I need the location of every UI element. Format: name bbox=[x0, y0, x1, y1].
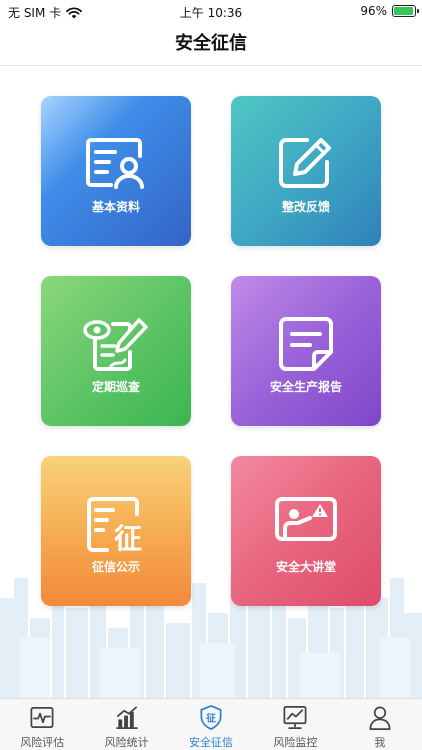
tile-label: 安全大讲堂 bbox=[275, 560, 336, 574]
battery-icon bbox=[392, 5, 419, 17]
status-time: 上午 10:36 bbox=[179, 6, 243, 20]
lecture-board-icon bbox=[275, 497, 337, 541]
tile-safety-lecture[interactable]: 安全大讲堂 bbox=[231, 456, 381, 606]
tile-rectification-feedback[interactable]: 整改反馈 bbox=[231, 96, 381, 246]
shield-credit-icon: 征 bbox=[200, 705, 222, 730]
tab-risk-assessment[interactable]: 风险评估 bbox=[0, 699, 84, 750]
tab-label: 风险监控 bbox=[273, 736, 318, 749]
person-icon bbox=[369, 706, 391, 730]
tile-regular-inspection[interactable]: 定期巡查 bbox=[41, 276, 191, 426]
tab-label: 风险评估 bbox=[20, 736, 65, 749]
svg-text:征: 征 bbox=[114, 522, 142, 554]
navigation-bar: 安全征信 bbox=[0, 24, 422, 66]
tab-me[interactable]: 我 bbox=[338, 699, 422, 750]
svg-text:征: 征 bbox=[206, 712, 216, 724]
pulse-monitor-icon bbox=[30, 706, 54, 729]
page-title: 安全征信 bbox=[175, 33, 247, 54]
tile-basic-info[interactable]: 基本资料 bbox=[41, 96, 191, 246]
tile-label: 定期巡查 bbox=[91, 380, 140, 394]
credit-notice-icon: 征 bbox=[87, 497, 142, 554]
trend-monitor-icon bbox=[283, 706, 307, 729]
bottom-tab-bar: 风险评估 风险统计 征 安全征信 风险监控 我 bbox=[0, 698, 422, 750]
profile-card-icon bbox=[86, 138, 144, 189]
tab-safety-credit[interactable]: 征 安全征信 bbox=[169, 699, 253, 750]
tile-label: 整改反馈 bbox=[281, 200, 330, 214]
edit-pencil-icon bbox=[279, 138, 331, 188]
tile-label: 基本资料 bbox=[91, 200, 140, 214]
tab-label: 我 bbox=[374, 736, 386, 749]
status-bar: 无 SIM 卡 上午 10:36 96% bbox=[0, 0, 422, 24]
report-note-icon bbox=[279, 317, 333, 371]
bar-chart-icon bbox=[116, 706, 138, 729]
battery-fill bbox=[394, 7, 414, 15]
tab-risk-statistics[interactable]: 风险统计 bbox=[84, 699, 168, 750]
tile-safety-production-report[interactable]: 安全生产报告 bbox=[231, 276, 381, 426]
tile-label: 安全生产报告 bbox=[269, 380, 342, 394]
inspection-checklist-icon bbox=[83, 318, 148, 371]
tab-label: 风险统计 bbox=[104, 736, 149, 749]
tab-label: 安全征信 bbox=[189, 736, 234, 749]
battery-percent: 96% bbox=[360, 4, 387, 18]
tile-label: 征信公示 bbox=[91, 560, 140, 574]
tile-credit-publicity[interactable]: 征 征信公示 bbox=[41, 456, 191, 606]
tab-risk-monitoring[interactable]: 风险监控 bbox=[253, 699, 337, 750]
status-right: 96% bbox=[360, 4, 419, 18]
